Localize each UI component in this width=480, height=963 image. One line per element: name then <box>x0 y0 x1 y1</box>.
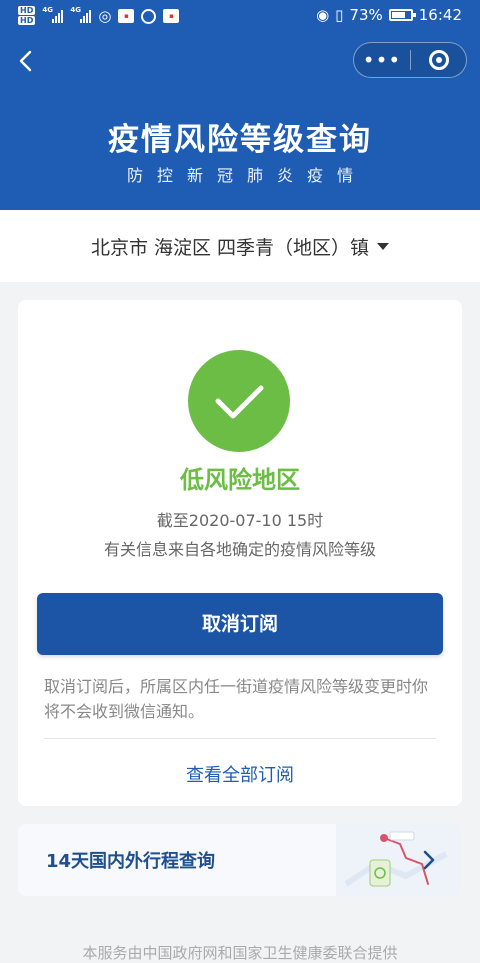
eye-comfort-icon: ◉ <box>316 6 330 24</box>
check-circle-icon <box>188 350 290 452</box>
risk-level-label: 低风险地区 <box>180 466 300 494</box>
map-route-illustration <box>336 824 462 896</box>
chevron-left-icon <box>19 50 32 72</box>
status-left: HD HD 4G 4G ◎ ▪ ▪ <box>18 6 180 26</box>
clock: 16:42 <box>418 6 462 24</box>
back-button[interactable] <box>14 48 40 74</box>
status-bar: HD HD 4G 4G ◎ ▪ ▪ ◉ ▯ 73% 16:42 <box>0 0 480 34</box>
target-icon <box>428 50 449 70</box>
vibrate-icon: ▯ <box>335 6 344 24</box>
network-type-2: 4G <box>70 6 81 14</box>
hotspot-icon: ◎ <box>98 7 112 25</box>
unsubscribe-button[interactable]: 取消订阅 <box>37 593 443 655</box>
page-title: 疫情风险等级查询 <box>108 122 372 158</box>
hd-label-1: HD <box>18 6 36 15</box>
view-all-subscriptions-link[interactable]: 查看全部订阅 <box>18 761 462 787</box>
hd-indicator: HD HD <box>18 6 36 26</box>
as-of-time: 截至2020-07-10 15时 <box>156 511 324 530</box>
hd-label-2: HD <box>18 16 36 25</box>
risk-result-card: 低风险地区 截至2020-07-10 15时 有关信息来自各地确定的疫情风险等级… <box>18 300 462 806</box>
caret-down-icon <box>377 242 390 250</box>
network-type-1: 4G <box>42 6 53 14</box>
location-text: 北京市 海淀区 四季青（地区）镇 <box>90 236 370 259</box>
close-button[interactable] <box>411 50 466 70</box>
app-header: HD HD 4G 4G ◎ ▪ ▪ ◉ ▯ 73% 16:42 ••• 疫情风险… <box>0 0 480 210</box>
location-selector[interactable]: 北京市 海淀区 四季青（地区）镇 <box>0 210 480 282</box>
app-notification-icon-2 <box>141 8 157 24</box>
more-button[interactable]: ••• <box>354 43 410 77</box>
chevron-right-icon <box>423 850 435 870</box>
battery-icon <box>388 9 416 21</box>
page-subtitle: 防控新冠肺炎疫情 <box>126 166 367 185</box>
signal-icon-2: 4G <box>70 6 92 23</box>
itinerary-query-card[interactable]: 14天国内外行程查询 <box>18 824 462 896</box>
app-notification-icon-3: ▪ <box>163 9 180 23</box>
app-notification-icon: ▪ <box>118 9 135 23</box>
miniprogram-capsule: ••• <box>353 42 467 78</box>
divider <box>44 738 436 739</box>
source-note: 有关信息来自各地确定的疫情风险等级 <box>103 540 376 559</box>
battery-percent: 73% <box>349 6 383 24</box>
signal-icon: 4G <box>42 6 64 23</box>
unsubscribe-note: 取消订阅后，所属区内任一街道疫情风险等级变更时你将不会收到微信通知。 <box>44 677 429 721</box>
itinerary-query-label: 14天国内外行程查询 <box>46 851 216 872</box>
status-right: ◉ ▯ 73% 16:42 <box>316 6 462 24</box>
